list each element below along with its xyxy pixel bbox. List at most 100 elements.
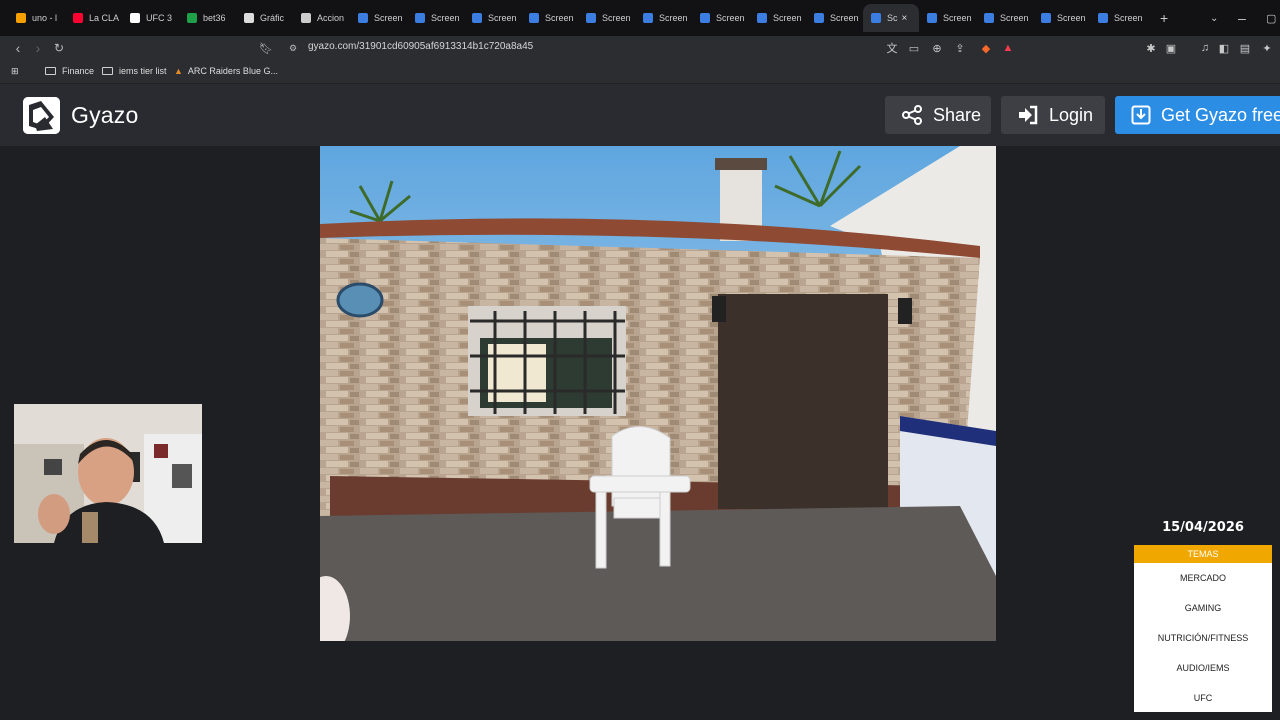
cast-icon[interactable]: ▭ xyxy=(906,40,922,56)
site-info-icon[interactable]: ⚙ xyxy=(283,36,303,60)
tab-label: Screen xyxy=(830,13,859,23)
gyazo-logo[interactable]: Gyazo xyxy=(23,97,138,134)
sidebar-icon[interactable]: ◧ xyxy=(1216,40,1232,56)
tab-favicon-icon xyxy=(73,13,83,23)
browser-tab[interactable]: bet36 xyxy=(179,4,236,32)
tab-favicon-icon xyxy=(1041,13,1051,23)
download-icon xyxy=(1131,105,1151,125)
tab-favicon-icon xyxy=(586,13,596,23)
tab-favicon-icon xyxy=(529,13,539,23)
browser-tab[interactable]: Screen xyxy=(692,4,749,32)
wallet-icon[interactable]: ▤ xyxy=(1237,40,1253,56)
topic-item: AUDIO/IEMS xyxy=(1176,663,1230,673)
browser-tab[interactable]: uno - l xyxy=(8,4,65,32)
topics-header: TEMAS xyxy=(1134,545,1272,563)
url-field[interactable]: gyazo.com/31901cd60905af6913314b1c720a8a… xyxy=(308,41,533,52)
browser-tab[interactable]: Screen xyxy=(464,4,521,32)
tab-label: Screen xyxy=(1000,13,1029,23)
folder-icon xyxy=(102,67,113,75)
tab-favicon-icon xyxy=(244,13,254,23)
brave-rewards-icon[interactable]: ▲ xyxy=(1000,40,1016,56)
browser-tab[interactable]: Screen xyxy=(1090,4,1147,32)
tab-label: Screen xyxy=(659,13,688,23)
browser-tab[interactable]: Screen xyxy=(749,4,806,32)
tab-favicon-icon xyxy=(16,13,26,23)
forward-arrow-icon[interactable]: › xyxy=(28,36,48,60)
browser-tab[interactable]: UFC 3 xyxy=(122,4,179,32)
login-icon xyxy=(1017,105,1039,125)
share-button[interactable]: Share xyxy=(885,96,991,134)
tab-label: La CLA xyxy=(89,13,120,23)
gyazo-logo-icon xyxy=(23,97,60,134)
tab-favicon-icon xyxy=(927,13,937,23)
translate-icon[interactable]: 文 xyxy=(884,40,900,56)
browser-tab[interactable]: Gráfic xyxy=(236,4,293,32)
browser-tab[interactable]: Screen xyxy=(407,4,464,32)
tab-favicon-icon xyxy=(301,13,311,23)
topic-item: MERCADO xyxy=(1179,573,1226,583)
leo-ai-icon[interactable]: ✦ xyxy=(1259,40,1275,56)
browser-tab-strip: uno - l La CLA UFC 3 bet36 Gráfic Accion Scree… xyxy=(0,0,1280,36)
tab-label: Screen xyxy=(602,13,631,23)
tab-favicon-icon xyxy=(1098,13,1108,23)
topic-item: NUTRICIÓN/FITNESS xyxy=(1157,633,1249,643)
browser-tab[interactable]: Screen xyxy=(350,4,407,32)
minimize-window-button[interactable]: – xyxy=(1238,0,1246,36)
tab-label: uno - l xyxy=(32,13,58,23)
apps-grid-icon[interactable]: ⊞ xyxy=(11,66,19,77)
zoom-icon[interactable]: ⊕ xyxy=(929,40,945,56)
tab-label: Gráfic xyxy=(260,13,285,23)
tab-label: Sc xyxy=(887,13,898,23)
bookmarks-bar: ⊞ Finance iems tier list ▲ ARC Raiders B… xyxy=(0,60,1280,84)
tab-favicon-icon xyxy=(700,13,710,23)
tab-label: Screen xyxy=(716,13,745,23)
browser-tab[interactable]: Screen xyxy=(521,4,578,32)
tab-search-chevron-icon[interactable]: ⌄ xyxy=(1210,0,1218,36)
reload-icon[interactable]: ↻ xyxy=(49,36,69,60)
back-arrow-icon[interactable]: ‹ xyxy=(8,36,28,60)
tab-label: Screen xyxy=(431,13,460,23)
folder-icon xyxy=(45,67,56,75)
get-gyazo-free-button[interactable]: Get Gyazo free xyxy=(1115,96,1280,134)
tab-favicon-icon xyxy=(130,13,140,23)
topics-overlay: 15/04/2026 TEMAS MERCADO GAMING NUTRICIÓ… xyxy=(1134,520,1272,712)
maximize-window-button[interactable]: ▢ xyxy=(1266,0,1276,36)
arc-raiders-icon: ▲ xyxy=(174,66,183,76)
tab-label: UFC 3 xyxy=(146,13,173,23)
tab-favicon-icon xyxy=(415,13,425,23)
tab-favicon-icon xyxy=(984,13,994,23)
close-tab-icon[interactable]: × xyxy=(902,13,908,24)
share-icon xyxy=(901,105,923,125)
tab-favicon-icon xyxy=(643,13,653,23)
browser-tab[interactable]: La CLA xyxy=(65,4,122,32)
browser-tab[interactable]: Screen xyxy=(806,4,863,32)
overlay-date: 15/04/2026 xyxy=(1162,520,1244,535)
tab-favicon-icon xyxy=(757,13,767,23)
screenshot-image[interactable] xyxy=(320,146,996,641)
share-page-icon[interactable]: ⇪ xyxy=(952,40,968,56)
browser-tab[interactable]: Screen xyxy=(635,4,692,32)
gyazo-header: Gyazo Share Login Get Gyazo free xyxy=(0,84,1280,146)
extensions-icon[interactable]: ✱ xyxy=(1143,40,1159,56)
browser-tab[interactable]: Sc × xyxy=(863,4,919,32)
browser-tab[interactable]: Screen xyxy=(1033,4,1090,32)
bookmark-finance[interactable]: Finance xyxy=(45,66,94,76)
tab-favicon-icon xyxy=(871,13,881,23)
tab-label: Screen xyxy=(1114,13,1143,23)
tab-favicon-icon xyxy=(814,13,824,23)
new-tab-button[interactable]: + xyxy=(1160,0,1168,36)
login-button[interactable]: Login xyxy=(1001,96,1105,134)
screenshot-icon[interactable]: ▣ xyxy=(1163,40,1179,56)
tab-label: Screen xyxy=(1057,13,1086,23)
tab-label: Screen xyxy=(943,13,972,23)
browser-tab[interactable]: Screen xyxy=(976,4,1033,32)
bookmark-page-icon[interactable]: 🔖︎ xyxy=(256,36,276,60)
address-toolbar: ‹ › ↻ 🔖︎ ⚙ gyazo.com/31901cd60905af69133… xyxy=(0,36,1280,60)
media-icon[interactable]: ♫ xyxy=(1197,40,1213,56)
browser-tab[interactable]: Screen xyxy=(578,4,635,32)
browser-tab[interactable]: Screen xyxy=(919,4,976,32)
brave-shield-icon[interactable]: ◆ xyxy=(978,40,994,56)
bookmark-arc-raiders[interactable]: ▲ ARC Raiders Blue G... xyxy=(174,66,278,76)
browser-tab[interactable]: Accion xyxy=(293,4,350,32)
bookmark-iems-tier-list[interactable]: iems tier list xyxy=(102,66,167,76)
